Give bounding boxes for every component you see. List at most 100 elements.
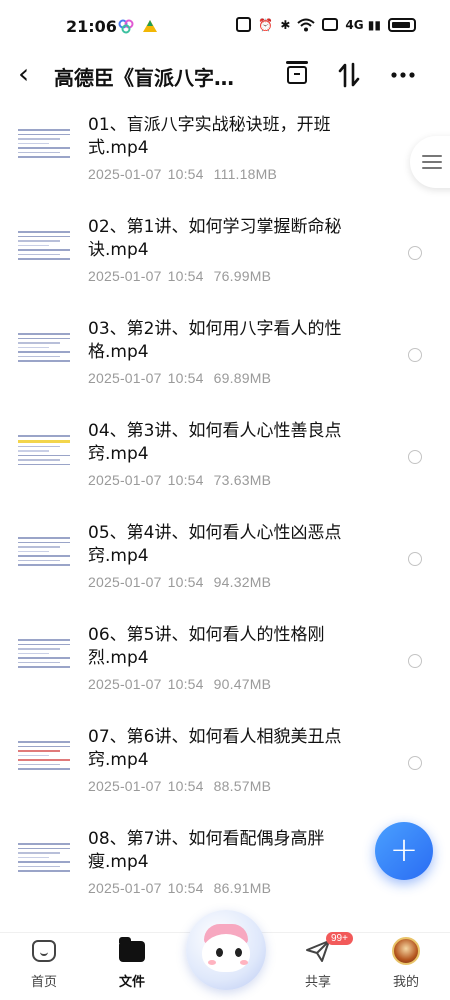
file-name: 08、第7讲、如何看配偶身高胖瘦.mp4 [88,829,325,872]
wifi-icon [297,18,316,31]
header: ‹ 高德臣《盲派八字… [0,52,450,98]
select-radio[interactable] [408,348,422,362]
file-time: 10:54 [167,574,204,590]
file-date: 2025-01-07 [88,676,162,692]
file-meta: 2025-01-07 10:54 73.63MB [88,472,271,488]
hd-icon [322,18,339,31]
file-row[interactable]: 02、第1讲、如何学习掌握断命秘诀.mp4 2025-01-07 10:54 76.… [0,204,450,306]
file-size: 88.57MB [213,778,272,794]
file-time: 10:54 [167,166,204,182]
file-time: 10:54 [167,268,204,284]
nav-label: 文件 [118,975,145,990]
home-icon [32,940,56,962]
file-size: 86.91MB [213,880,272,896]
select-radio[interactable] [408,552,422,566]
file-row[interactable]: 05、第4讲、如何看人心性凶恶点窍.mp4 2025-01-07 10:54 94.… [0,510,450,612]
nav-label: 首页 [30,975,57,990]
nav-label: 我的 [392,975,419,990]
select-radio[interactable] [408,756,422,770]
sort-icon[interactable] [334,60,364,90]
file-time: 10:54 [167,472,204,488]
plus-icon: + [389,830,419,870]
file-time: 10:54 [167,370,204,386]
alarm-icon: ⏰ [258,17,274,32]
file-meta: 2025-01-07 10:54 111.18MB [88,166,277,182]
folder-icon[interactable] [282,60,312,90]
file-meta: 2025-01-07 10:54 69.89MB [88,370,271,386]
file-name: 02、第1讲、如何学习掌握断命秘诀.mp4 [88,217,342,260]
file-size: 73.63MB [213,472,272,488]
drive-notification-icon [143,20,157,32]
select-radio[interactable] [408,654,422,668]
file-meta: 2025-01-07 10:54 90.47MB [88,676,271,692]
file-name: 04、第3讲、如何看人心性善良点窍.mp4 [88,421,342,464]
back-arrow-icon[interactable]: ‹ [18,60,42,90]
file-meta: 2025-01-07 10:54 86.91MB [88,880,271,896]
menu-lines-icon [422,151,442,173]
nfc-icon [236,17,252,32]
file-thumbnail [18,126,70,166]
status-system-icons: ⏰ ✱ 4G ▮▮ [236,17,416,32]
file-size: 90.47MB [213,676,272,692]
file-meta: 2025-01-07 10:54 76.99MB [88,268,271,284]
file-size: 76.99MB [213,268,272,284]
nav-label: 共享 [304,975,331,990]
file-thumbnail [18,840,70,880]
file-date: 2025-01-07 [88,166,162,182]
signal-icon: 4G ▮▮ [345,17,381,32]
file-date: 2025-01-07 [88,268,162,284]
file-list: 01、盲派八字实战秘诀班，开班式.mp4 2025-01-07 10:54 111.… [0,102,450,918]
mascot-eye [216,948,223,957]
status-time: 21:06 [66,17,117,36]
file-name: 07、第6讲、如何看人相貌美丑点窍.mp4 [88,727,342,770]
file-size: 111.18MB [213,166,278,182]
bluetooth-icon: ✱ [280,17,291,32]
page-title: 高德臣《盲派八字… [54,66,234,90]
file-icon [119,936,145,962]
file-row[interactable]: 03、第2讲、如何用八字看人的性格.mp4 2025-01-07 10:54 69.… [0,306,450,408]
file-time: 10:54 [167,778,204,794]
file-thumbnail [18,534,70,574]
file-date: 2025-01-07 [88,574,162,590]
file-size: 94.32MB [213,574,272,590]
file-time: 10:54 [167,880,204,896]
file-meta: 2025-01-07 10:54 94.32MB [88,574,271,590]
add-button[interactable]: + [375,822,433,880]
file-time: 10:54 [167,676,204,692]
nav-item-home[interactable]: 首页 [14,937,74,990]
battery-icon [388,17,416,32]
mascot-face [202,934,250,972]
file-row[interactable]: 07、第6讲、如何看人相貌美丑点窍.mp4 2025-01-07 10:54 88.… [0,714,450,816]
avatar-icon [392,937,420,965]
file-meta: 2025-01-07 10:54 88.57MB [88,778,271,794]
mascot-eye [235,948,242,957]
nav-item-mine[interactable]: 我的 [376,937,436,990]
mascot-cheek [208,960,216,965]
mascot-button[interactable] [180,910,270,1000]
select-radio[interactable] [408,246,422,260]
select-radio[interactable] [408,450,422,464]
file-size: 69.89MB [213,370,272,386]
file-name: 06、第5讲、如何看人的性格刚烈.mp4 [88,625,325,668]
nav-item-files[interactable]: 文件 [102,936,162,990]
file-name: 03、第2讲、如何用八字看人的性格.mp4 [88,319,342,362]
file-date: 2025-01-07 [88,370,162,386]
more-icon[interactable] [388,60,418,90]
file-name: 01、盲派八字实战秘诀班，开班式.mp4 [88,115,331,158]
file-name: 05、第4讲、如何看人心性凶恶点窍.mp4 [88,523,342,566]
file-thumbnail [18,432,70,472]
mascot-cheek [240,960,248,965]
file-date: 2025-01-07 [88,778,162,794]
file-row[interactable]: 01、盲派八字实战秘诀班，开班式.mp4 2025-01-07 10:54 111.… [0,102,450,204]
file-thumbnail [18,330,70,370]
file-row[interactable]: 04、第3讲、如何看人心性善良点窍.mp4 2025-01-07 10:54 73.… [0,408,450,510]
file-row[interactable]: 06、第5讲、如何看人的性格刚烈.mp4 2025-01-07 10:54 90.4… [0,612,450,714]
file-thumbnail [18,738,70,778]
file-thumbnail [18,636,70,676]
file-thumbnail [18,228,70,268]
file-date: 2025-01-07 [88,880,162,896]
status-notification-icons [118,18,158,34]
file-date: 2025-01-07 [88,472,162,488]
network-label: 4G [345,17,364,32]
app-notification-icon [118,19,134,34]
